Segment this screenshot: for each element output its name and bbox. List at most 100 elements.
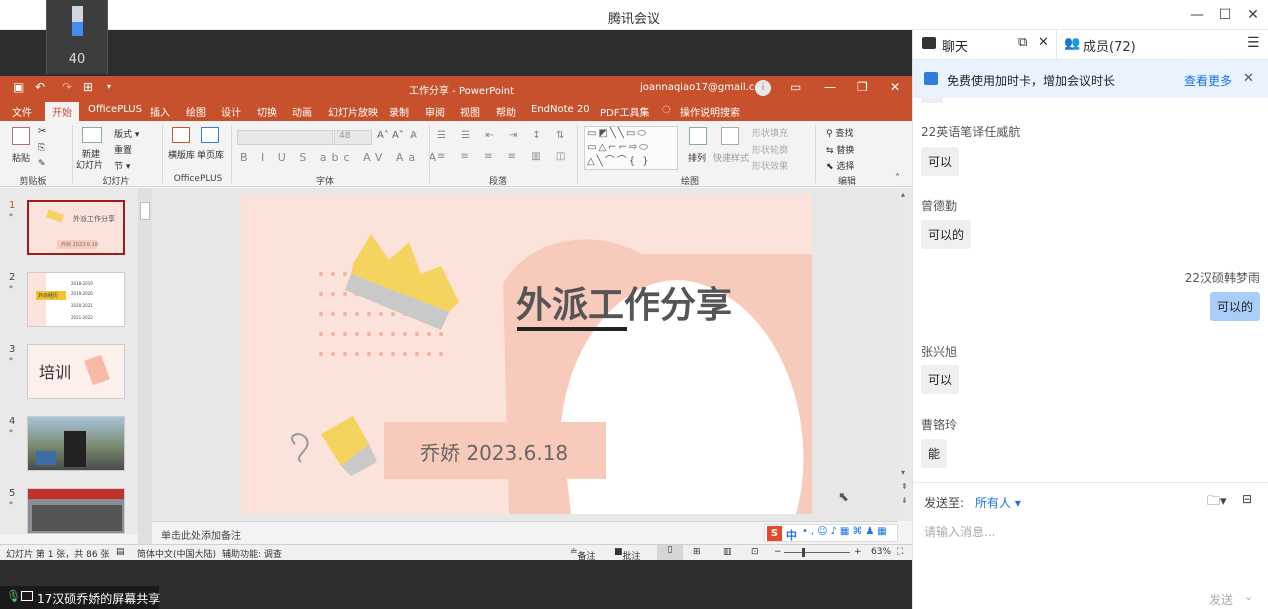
tab-design[interactable]: 设计 bbox=[221, 104, 241, 119]
section-button[interactable]: 节 ▾ bbox=[114, 159, 130, 172]
collapse-ribbon-icon[interactable]: ˄ bbox=[895, 173, 900, 184]
save-icon[interactable]: ▣ bbox=[13, 80, 24, 94]
thumbnail-scrollbar[interactable] bbox=[138, 188, 152, 544]
shape-fill-button[interactable]: 形状填充 bbox=[752, 126, 788, 139]
undo-icon[interactable]: ↶ bbox=[35, 80, 45, 94]
scroll-down-icon[interactable]: ▾ bbox=[901, 468, 905, 477]
tab-view[interactable]: 视图 bbox=[460, 104, 480, 119]
shape-outline-button[interactable]: 形状轮廓 bbox=[752, 143, 788, 156]
slide-canvas[interactable]: 外派工作分享 乔娇 2023.6.18 bbox=[241, 194, 812, 514]
slide-thumbnail-1[interactable]: 外派工作分享 乔娇 2023.6.18 bbox=[27, 200, 125, 255]
tab-pdf-tools[interactable]: PDF工具集 bbox=[600, 104, 649, 119]
tab-file[interactable]: 文件 bbox=[12, 104, 32, 119]
layout-button[interactable]: 版式 ▾ bbox=[114, 127, 139, 140]
single-page-library-icon[interactable] bbox=[201, 127, 219, 143]
present-icon[interactable]: ⊞ bbox=[83, 80, 93, 94]
spellcheck-icon[interactable]: ▤ bbox=[116, 547, 125, 557]
cut-icon[interactable]: ✂ bbox=[38, 126, 46, 137]
grow-font-icon[interactable]: A˄ A˅ bbox=[377, 130, 404, 141]
quick-styles-icon[interactable] bbox=[721, 127, 739, 145]
find-button[interactable]: ⚲ 查找 bbox=[826, 126, 853, 139]
slide-thumbnail-2[interactable]: 外派经历 2018-2019 2019-2020 2020-2021 2021-… bbox=[27, 272, 125, 327]
reset-button[interactable]: 重置 bbox=[114, 143, 132, 156]
clear-format-icon[interactable]: A̷ bbox=[410, 130, 417, 141]
screen-share-label[interactable]: 🎙 17汉硕乔娇的屏幕共享 bbox=[0, 586, 160, 609]
menu-icon[interactable]: ☰ bbox=[1247, 35, 1260, 51]
list-icons[interactable]: ☰ ☰ ⇤ ⇥ ↕ ⇅ bbox=[437, 130, 570, 141]
tell-me-search[interactable]: 操作说明搜索 bbox=[680, 104, 740, 119]
close-banner-icon[interactable]: ✕ bbox=[1243, 71, 1254, 86]
shape-effects-button[interactable]: 形状效果 bbox=[752, 159, 788, 172]
zoom-in-icon[interactable]: + bbox=[854, 547, 862, 557]
arrange-icon[interactable] bbox=[689, 127, 707, 145]
see-more-link[interactable]: 查看更多 bbox=[1184, 72, 1232, 89]
ime-lang-indicator[interactable]: 中 bbox=[786, 527, 797, 543]
zoom-out-icon[interactable]: − bbox=[774, 547, 782, 557]
arrange-button[interactable]: 排列 bbox=[688, 151, 706, 164]
announcement-icon[interactable]: ⊟ bbox=[1242, 492, 1252, 506]
tab-record[interactable]: 录制 bbox=[389, 104, 409, 119]
slide-sorter-icon[interactable]: ⊞ bbox=[693, 547, 701, 557]
copy-icon[interactable]: ⎘ bbox=[38, 143, 45, 153]
tab-slideshow[interactable]: 幻灯片放映 bbox=[328, 104, 378, 119]
ime-toolbar[interactable]: S 中 •,☺♪▦⌘♟▦ bbox=[764, 524, 898, 542]
subtitle-box[interactable]: 乔娇 2023.6.18 bbox=[384, 422, 606, 479]
tab-transitions[interactable]: 切换 bbox=[257, 104, 277, 119]
slide-scrollbar[interactable]: ▴ ▾ ⇞ ⇟ bbox=[898, 188, 912, 521]
popout-chat-icon[interactable]: ⧉ bbox=[1018, 35, 1027, 50]
tab-review[interactable]: 审阅 bbox=[425, 104, 445, 119]
accessibility-status[interactable]: 辅助功能: 调查 bbox=[222, 547, 282, 560]
paste-button[interactable]: 粘贴 bbox=[12, 151, 30, 164]
sogou-ime-icon[interactable]: S bbox=[767, 526, 782, 541]
new-slide-button-line2[interactable]: 幻灯片 bbox=[76, 158, 103, 171]
scroll-up-icon[interactable]: ▴ bbox=[901, 190, 905, 199]
slide-thumbnail-4[interactable] bbox=[27, 416, 125, 471]
close-chat-tab-icon[interactable]: ✕ bbox=[1038, 35, 1049, 50]
ppt-restore-icon[interactable]: ❐ bbox=[857, 80, 868, 94]
video-tile[interactable]: 40 bbox=[46, 0, 108, 74]
message-input[interactable]: 请输入消息... bbox=[924, 523, 995, 540]
next-slide-icon[interactable]: ⇟ bbox=[901, 496, 908, 505]
customize-qat-icon[interactable]: ▾ bbox=[107, 82, 111, 91]
paste-icon[interactable] bbox=[12, 127, 30, 145]
file-folder-icon[interactable]: 🗀▾ bbox=[1207, 492, 1227, 514]
language-status[interactable]: 简体中文(中国大陆) bbox=[137, 547, 216, 560]
send-options-icon[interactable]: ⌄ bbox=[1244, 590, 1253, 603]
font-name-box[interactable] bbox=[237, 130, 333, 145]
single-page-library-button[interactable]: 单页库 bbox=[197, 148, 224, 161]
send-button[interactable]: 发送 bbox=[1209, 591, 1233, 608]
ppt-minimize-icon[interactable]: — bbox=[824, 80, 836, 94]
notes-toggle[interactable]: ≐ 备注 bbox=[570, 547, 596, 560]
reading-view-icon[interactable]: ▥ bbox=[723, 547, 732, 557]
normal-view-icon[interactable]: ▯ bbox=[657, 545, 683, 560]
minimize-icon[interactable]: — bbox=[1187, 5, 1207, 25]
ribbon-display-icon[interactable]: ▭ bbox=[790, 80, 801, 94]
landscape-library-button[interactable]: 横版库 bbox=[168, 148, 195, 161]
tab-officeplus[interactable]: OfficePLUS bbox=[88, 104, 142, 115]
landscape-library-icon[interactable] bbox=[172, 127, 190, 143]
new-slide-icon[interactable] bbox=[82, 127, 102, 143]
shapes-gallery[interactable]: ▭◩╲╲▭⬭ ▭△⌐⌐⇨⬭ △╲⌒⌒{ } bbox=[584, 126, 678, 170]
zoom-slider-handle[interactable] bbox=[802, 548, 805, 557]
tab-home[interactable]: 开始 bbox=[45, 102, 79, 121]
comments-toggle[interactable]: ■ 批注 bbox=[614, 547, 641, 560]
tab-animations[interactable]: 动画 bbox=[292, 104, 312, 119]
maximize-icon[interactable]: ☐ bbox=[1215, 5, 1235, 25]
fit-slide-icon[interactable]: ⛶ bbox=[897, 547, 903, 557]
tab-chat[interactable]: 聊天 bbox=[942, 36, 968, 55]
slide-thumbnail-5[interactable] bbox=[27, 488, 125, 534]
tab-members[interactable]: 成员(72) bbox=[1083, 36, 1136, 55]
select-button[interactable]: ⬉ 选择 bbox=[826, 159, 854, 172]
tab-insert[interactable]: 插入 bbox=[150, 104, 170, 119]
format-painter-icon[interactable]: ✎ bbox=[38, 159, 46, 169]
tab-help[interactable]: 帮助 bbox=[496, 104, 516, 119]
ppt-close-icon[interactable]: ✕ bbox=[890, 80, 900, 94]
avatar[interactable]: i bbox=[755, 80, 771, 96]
align-icons[interactable]: ≡ ≡ ≡ ≡ ▥ ◫ bbox=[437, 151, 571, 162]
replace-button[interactable]: ⇆ 替换 bbox=[826, 143, 854, 156]
redo-icon[interactable]: ↷ bbox=[62, 80, 72, 94]
zoom-slider[interactable] bbox=[784, 552, 850, 553]
slide-thumbnail-3[interactable]: 培训 bbox=[27, 344, 125, 399]
close-icon[interactable]: ✕ bbox=[1243, 5, 1263, 25]
tab-endnote[interactable]: EndNote 20 bbox=[531, 104, 590, 115]
